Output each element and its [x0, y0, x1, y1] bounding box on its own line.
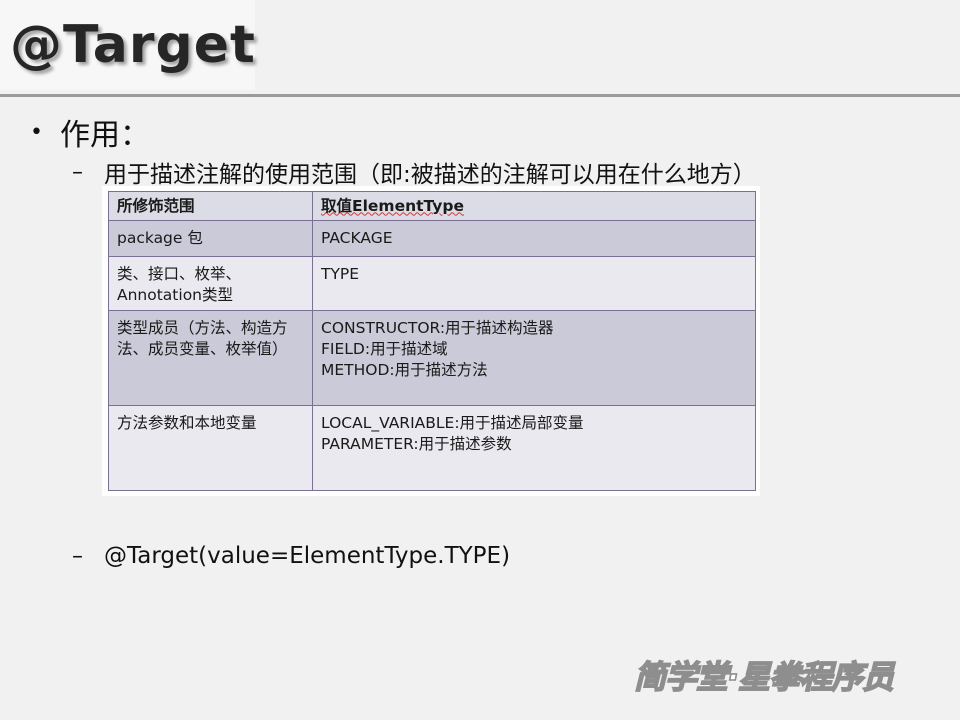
element-type-table-image: 所修饰范围 取值ElementType package 包 PACKAGE 类、… — [102, 186, 760, 496]
row-scope: package 包 — [108, 220, 313, 257]
table-row: 类、接口、枚举、Annotation类型 TYPE — [108, 256, 756, 311]
row-value: TYPE — [312, 256, 756, 311]
header-value-text: 取值ElementType — [321, 196, 464, 215]
bullet-text: 作用： — [60, 118, 150, 153]
table-header-row: 所修饰范围 取值ElementType — [108, 191, 756, 221]
row-value: LOCAL_VARIABLE:用于描述局部变量 PARAMETER:用于描述参数 — [312, 405, 756, 491]
title-divider — [0, 94, 960, 97]
value-line: METHOD:用于描述方法 — [321, 361, 488, 379]
dash-icon: – — [72, 543, 83, 569]
table-row: 类型成员（方法、构造方法、成员变量、枚举值） CONSTRUCTOR:用于描述构… — [108, 310, 756, 406]
table-row: 方法参数和本地变量 LOCAL_VARIABLE:用于描述局部变量 PARAME… — [108, 405, 756, 491]
row-value: PACKAGE — [312, 220, 756, 257]
sub-item-example: – @Target(value=ElementType.TYPE) — [72, 540, 510, 572]
slide-title: @Target — [10, 15, 256, 75]
element-type-table: 所修饰范围 取值ElementType package 包 PACKAGE 类、… — [108, 191, 756, 491]
sub-item-text: 用于描述注解的使用范围（即:被描述的注解可以用在什么地方） — [104, 162, 756, 188]
header-scope: 所修饰范围 — [108, 191, 313, 221]
header-value: 取值ElementType — [312, 191, 756, 221]
sub-item-code: @Target(value=ElementType.TYPE) — [104, 543, 511, 569]
row-scope: 类型成员（方法、构造方法、成员变量、枚举值） — [108, 310, 313, 406]
value-line: LOCAL_VARIABLE:用于描述局部变量 — [321, 414, 584, 432]
value-line: PACKAGE — [321, 229, 393, 247]
row-scope: 类、接口、枚举、Annotation类型 — [108, 256, 313, 311]
value-line: PARAMETER:用于描述参数 — [321, 435, 512, 453]
row-value: CONSTRUCTOR:用于描述构造器 FIELD:用于描述域 METHOD:用… — [312, 310, 756, 406]
value-line: TYPE — [321, 265, 360, 283]
watermark-text: 简学堂·星拳程序员 — [634, 658, 896, 696]
table-row: package 包 PACKAGE — [108, 220, 756, 257]
sub-item-description: – 用于描述注解的使用范围（即:被描述的注解可以用在什么地方） — [72, 156, 756, 189]
value-line: FIELD:用于描述域 — [321, 340, 448, 358]
value-line: CONSTRUCTOR:用于描述构造器 — [321, 319, 554, 337]
watermark-logo: 简学堂·星拳程序员 — [633, 657, 898, 697]
bullet-icon: • — [30, 119, 43, 145]
bullet-item: • 作用： — [30, 112, 150, 153]
dash-icon: – — [72, 159, 83, 185]
row-scope: 方法参数和本地变量 — [108, 405, 313, 491]
